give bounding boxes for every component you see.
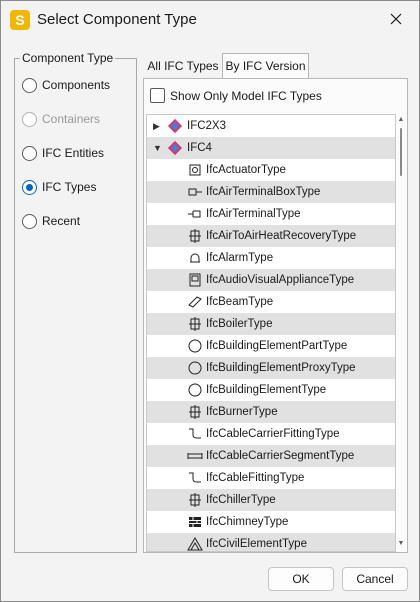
radio-circle-checked[interactable] [22,179,37,195]
dialog-window: S Select Component Type Component Type C… [0,0,420,602]
tree-item[interactable]: IfcCableCarrierFittingType [147,423,395,445]
collapse-arrow-icon[interactable]: ▼ [153,143,162,153]
show-only-model-checkbox-row[interactable]: Show Only Model IFC Types [150,88,322,103]
radio-circle[interactable] [22,77,37,93]
tree-item[interactable]: IfcBuildingElementProxyType [147,357,395,379]
cable-carrier-segment-icon [187,453,203,459]
tree-item-label: IfcChillerType [206,494,276,506]
title-bar: S Select Component Type [1,1,419,41]
tree-node-label: IFC2X3 [187,120,226,132]
tree-item[interactable]: IfcBoilerType [147,313,395,335]
heat-recovery-icon [189,229,201,243]
audio-visual-icon [189,273,201,287]
tree-item-label: IfcBuildingElementType [206,384,327,396]
circle-icon [188,383,202,397]
radio-circle[interactable] [22,145,37,161]
radio-label: Recent [42,214,81,228]
tree-item-label: IfcChimneyType [206,516,289,528]
tree-item-label: IfcAirTerminalType [206,208,301,220]
tree-item-label: IfcCableCarrierSegmentType [206,450,355,462]
radio-ifc-types[interactable]: IFC Types [22,177,96,197]
tab-panel: Show Only Model IFC Types ▶ IFC2X3 ▼ IFC… [143,78,408,553]
beam-icon [188,296,202,308]
radio-components[interactable]: Components [22,75,110,95]
tree-item-label: IfcAirToAirHeatRecoveryType [206,230,357,242]
tree-item[interactable]: IfcCivilElementType [147,533,395,551]
ok-button[interactable]: OK [268,567,334,591]
boiler-icon [189,317,201,331]
ifc-type-tree[interactable]: ▶ IFC2X3 ▼ IFC4 IfcActuatorType IfcAirTe… [146,114,396,552]
radio-circle[interactable] [22,213,37,229]
tree-item[interactable]: IfcChillerType [147,489,395,511]
checkbox-label: Show Only Model IFC Types [170,88,322,103]
cable-fitting-icon [189,472,201,483]
tree-item[interactable]: IfcChimneyType [147,511,395,533]
radio-label: Components [42,78,111,92]
component-type-legend: Component Type [20,51,116,65]
chimney-icon [189,517,201,527]
civil-element-icon [187,537,203,551]
tree-item[interactable]: IfcAirTerminalBoxType [147,181,395,203]
component-type-group: Component Type Components Containers IFC… [14,51,137,553]
radio-label: IFC Types [42,180,97,194]
tab-all-ifc-types[interactable]: All IFC Types [145,54,221,78]
tree-node-ifc4[interactable]: ▼ IFC4 [147,137,395,159]
tree-node-label: IFC4 [187,142,212,154]
tree-item-label: IfcBoilerType [206,318,273,330]
chiller-icon [189,493,201,507]
cancel-button[interactable]: Cancel [342,567,408,591]
tree-item[interactable]: IfcBuildingElementPartType [147,335,395,357]
tree-item-label: IfcBuildingElementPartType [206,340,348,352]
show-only-model-checkbox[interactable] [150,88,165,103]
tree-item-label: IfcBuildingElementProxyType [206,362,356,374]
tree-item-label: IfcCableCarrierFittingType [206,428,340,440]
air-terminal-icon [188,210,201,218]
dialog-title: Select Component Type [37,11,197,28]
radio-circle [22,111,37,127]
scroll-down-arrow-icon[interactable]: ▼ [397,540,405,550]
tab-by-ifc-version[interactable]: By IFC Version [222,53,309,79]
tree-item[interactable]: IfcAudioVisualApplianceType [147,269,395,291]
tree-item[interactable]: IfcBeamType [147,291,395,313]
actuator-icon [189,164,201,176]
radio-recent[interactable]: Recent [22,211,80,231]
expand-arrow-icon[interactable]: ▶ [153,121,161,132]
tree-item-label: IfcBeamType [206,296,274,308]
tree-item[interactable]: IfcAirTerminalType [147,203,395,225]
circle-icon [188,361,202,375]
air-terminal-box-icon [188,188,202,196]
tree-item[interactable]: IfcCableCarrierSegmentType [147,445,395,467]
tree-node-ifc2x3[interactable]: ▶ IFC2X3 [147,115,395,137]
radio-label: IFC Entities [42,146,105,160]
tree-scrollbar[interactable]: ▲ ▼ [396,114,406,552]
tree-item-label: IfcCableFittingType [206,472,305,484]
burner-icon [189,405,201,419]
tree-item[interactable]: IfcBurnerType [147,401,395,423]
alarm-icon [190,253,200,263]
ifc-schema-icon [167,140,183,156]
scroll-thumb[interactable] [400,128,402,176]
tree-item-label: IfcActuatorType [206,164,286,176]
tree-item-label: IfcBurnerType [206,406,278,418]
app-logo-icon: S [10,10,30,30]
radio-ifc-entities[interactable]: IFC Entities [22,143,104,163]
close-button[interactable] [381,7,411,33]
radio-label: Containers [42,112,101,126]
circle-icon [188,339,202,353]
tree-item-label: IfcCivilElementType [206,538,307,550]
tree-item-label: IfcAirTerminalBoxType [206,186,321,198]
tree-item[interactable]: IfcCableFittingType [147,467,395,489]
tree-item[interactable]: IfcBuildingElementType [147,379,395,401]
ifc-schema-icon [167,118,183,134]
tree-item[interactable]: IfcAirToAirHeatRecoveryType [147,225,395,247]
close-icon [390,13,402,25]
tree-item[interactable]: IfcActuatorType [147,159,395,181]
tree-item-label: IfcAlarmType [206,252,274,264]
cable-carrier-fitting-icon [189,428,201,439]
tree-item[interactable]: IfcAlarmType [147,247,395,269]
tree-item-label: IfcAudioVisualApplianceType [206,274,355,286]
radio-containers: Containers [22,109,100,129]
scroll-up-arrow-icon[interactable]: ▲ [397,116,405,126]
